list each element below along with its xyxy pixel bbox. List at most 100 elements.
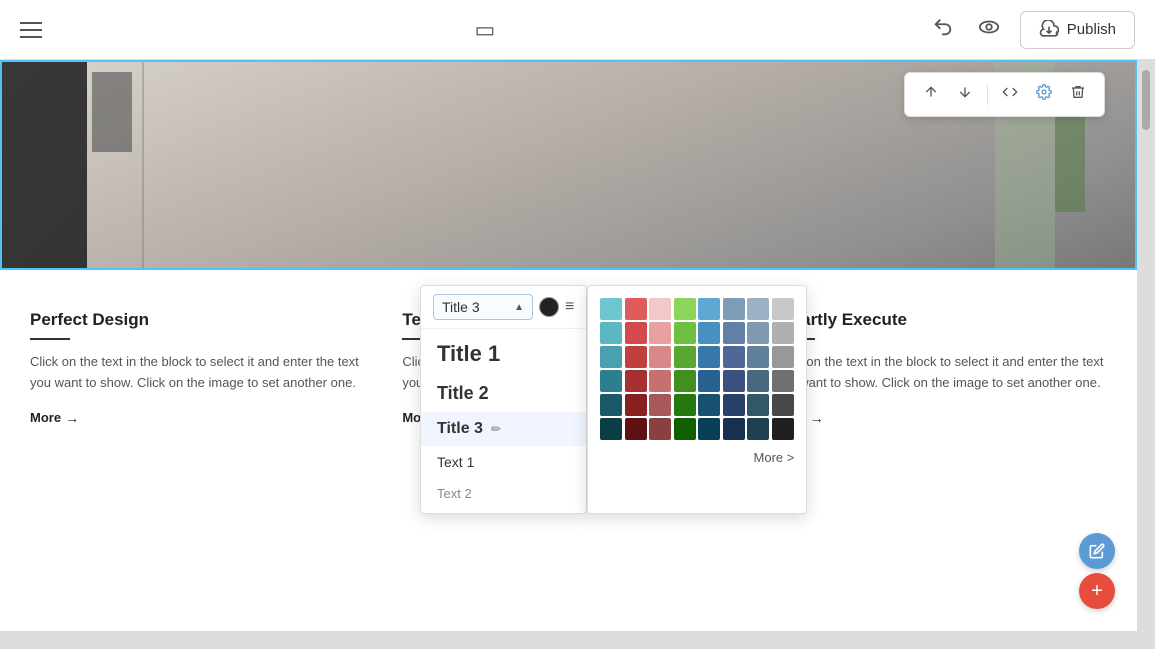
color-cell[interactable] — [698, 394, 720, 416]
color-cell[interactable] — [674, 322, 696, 344]
card-1-arrow-icon: → — [65, 410, 79, 426]
color-cell[interactable] — [747, 298, 769, 320]
style-item-title1-label: Title 1 — [437, 341, 500, 367]
pencil-icon: ✏ — [491, 422, 501, 436]
color-cell[interactable] — [723, 418, 745, 440]
color-cell[interactable] — [649, 370, 671, 392]
color-cell[interactable] — [674, 394, 696, 416]
preview-button[interactable] — [974, 12, 1004, 48]
color-cell[interactable] — [649, 418, 671, 440]
publish-button[interactable]: Publish — [1020, 11, 1135, 49]
topbar: ▭ Publish — [0, 0, 1155, 60]
topbar-left — [20, 22, 42, 38]
undo-button[interactable] — [928, 12, 958, 48]
color-cell[interactable] — [723, 322, 745, 344]
color-cell[interactable] — [772, 298, 794, 320]
color-cell[interactable] — [600, 418, 622, 440]
align-icon[interactable]: ≡ — [565, 298, 574, 316]
color-cell[interactable] — [772, 394, 794, 416]
color-cell[interactable] — [625, 346, 647, 368]
color-cell[interactable] — [600, 322, 622, 344]
move-up-button[interactable] — [915, 79, 947, 110]
color-cell[interactable] — [698, 370, 720, 392]
color-cell[interactable] — [723, 298, 745, 320]
color-cell[interactable] — [772, 418, 794, 440]
image-dark-strip — [2, 62, 87, 268]
mobile-preview-icon[interactable]: ▭ — [475, 17, 496, 43]
style-item-text2[interactable]: Text 2 — [421, 478, 586, 509]
color-cell[interactable] — [625, 418, 647, 440]
card-3-link[interactable]: More → — [775, 410, 1107, 426]
style-item-title1[interactable]: Title 1 — [421, 333, 586, 375]
card-1: Perfect Design Click on the text in the … — [10, 290, 382, 446]
card-3-arrow-icon: → — [810, 410, 824, 426]
color-cell[interactable] — [747, 418, 769, 440]
card-3-body[interactable]: Click on the text in the block to select… — [775, 352, 1107, 394]
element-toolbar — [904, 72, 1105, 117]
color-cell[interactable] — [625, 370, 647, 392]
style-item-text1-label: Text 1 — [437, 454, 474, 470]
dropdown-overlay: Title 3 ▲ ≡ Title 1 Title 2 Title 3 ✏ — [420, 285, 807, 514]
color-cell[interactable] — [698, 346, 720, 368]
color-cell[interactable] — [723, 346, 745, 368]
scrollbar-thumb[interactable] — [1142, 70, 1150, 130]
color-dot[interactable] — [539, 297, 559, 317]
color-cell[interactable] — [600, 298, 622, 320]
scrollbar-bottom[interactable] — [0, 631, 1137, 649]
style-selector[interactable]: Title 3 ▲ — [433, 294, 533, 320]
color-cell[interactable] — [649, 394, 671, 416]
color-cell[interactable] — [600, 394, 622, 416]
color-cell[interactable] — [649, 298, 671, 320]
card-1-link[interactable]: More → — [30, 410, 362, 426]
menu-button[interactable] — [20, 22, 42, 38]
color-cell[interactable] — [772, 370, 794, 392]
color-cell[interactable] — [625, 322, 647, 344]
color-cell[interactable] — [772, 322, 794, 344]
more-colors-link[interactable]: More > — [600, 450, 794, 465]
scrollbar-right[interactable] — [1137, 60, 1155, 649]
color-cell[interactable] — [747, 370, 769, 392]
move-down-button[interactable] — [949, 79, 981, 110]
text-style-header: Title 3 ▲ ≡ — [421, 286, 586, 329]
color-cell[interactable] — [625, 394, 647, 416]
style-item-title3[interactable]: Title 3 ✏ — [421, 412, 586, 446]
style-item-title3-label: Title 3 — [437, 420, 483, 438]
style-dropdown-list: Title 1 Title 2 Title 3 ✏ Text 1 Text 2 — [421, 329, 586, 513]
publish-label: Publish — [1067, 21, 1116, 38]
card-1-body[interactable]: Click on the text in the block to select… — [30, 352, 362, 394]
settings-button[interactable] — [1028, 79, 1060, 110]
color-cell[interactable] — [600, 346, 622, 368]
color-cell[interactable] — [649, 322, 671, 344]
color-cell[interactable] — [698, 418, 720, 440]
style-item-text2-label: Text 2 — [437, 486, 472, 501]
toolbar-divider — [987, 85, 988, 105]
color-cell[interactable] — [625, 298, 647, 320]
color-cell[interactable] — [772, 346, 794, 368]
color-cell[interactable] — [747, 346, 769, 368]
header-image[interactable] — [0, 60, 1137, 270]
color-cell[interactable] — [600, 370, 622, 392]
card-3-title: Smartly Execute — [775, 310, 1107, 330]
color-cell[interactable] — [698, 322, 720, 344]
text-style-panel: Title 3 ▲ ≡ Title 1 Title 2 Title 3 ✏ — [420, 285, 587, 514]
delete-button[interactable] — [1062, 79, 1094, 110]
color-cell[interactable] — [723, 394, 745, 416]
fab-add-button[interactable]: + — [1079, 573, 1115, 609]
code-button[interactable] — [994, 79, 1026, 110]
color-cell[interactable] — [698, 298, 720, 320]
card-3: Smartly Execute Click on the text in the… — [755, 290, 1127, 446]
color-cell[interactable] — [674, 370, 696, 392]
color-cell[interactable] — [674, 346, 696, 368]
style-item-title2[interactable]: Title 2 — [421, 375, 586, 412]
color-cell[interactable] — [649, 346, 671, 368]
current-style-label: Title 3 — [442, 299, 480, 315]
color-cell[interactable] — [747, 394, 769, 416]
fab-edit-button[interactable] — [1079, 533, 1115, 569]
color-picker-panel: More > — [587, 285, 807, 514]
style-item-text1[interactable]: Text 1 — [421, 446, 586, 478]
main-area: Perfect Design Click on the text in the … — [0, 60, 1155, 649]
color-cell[interactable] — [674, 298, 696, 320]
color-cell[interactable] — [747, 322, 769, 344]
color-cell[interactable] — [674, 418, 696, 440]
color-cell[interactable] — [723, 370, 745, 392]
